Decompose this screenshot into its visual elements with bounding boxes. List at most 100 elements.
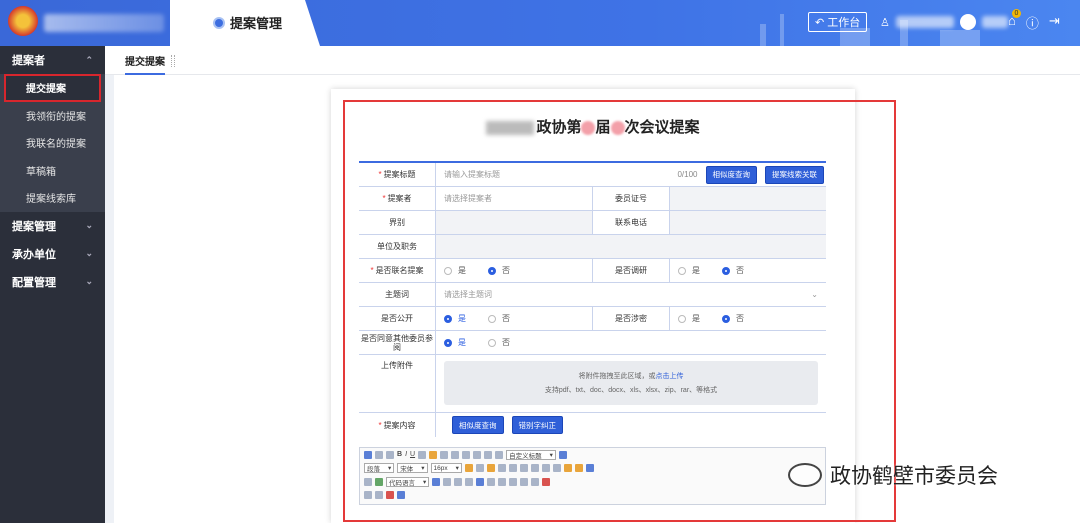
insert-row-icon[interactable] — [487, 477, 496, 486]
bold-icon[interactable]: B — [397, 451, 402, 458]
user-menu[interactable]: ♙ — [880, 14, 1008, 30]
tab-submit[interactable]: 提交提案 — [125, 53, 165, 75]
list-icon[interactable] — [462, 450, 471, 459]
secret-yes-radio[interactable]: 是 — [678, 313, 700, 324]
link-icon[interactable] — [530, 464, 539, 473]
content-similarity-button[interactable]: 相似度查询 — [452, 416, 504, 434]
logout-icon[interactable]: ⇥ — [1049, 13, 1060, 32]
fullscreen-icon[interactable] — [558, 450, 567, 459]
paragraph-select-value: 段落 — [367, 466, 380, 474]
split-cells-icon[interactable] — [520, 477, 529, 486]
label-unit: 单位及职务 — [359, 235, 436, 258]
delete-table-icon[interactable] — [531, 477, 540, 486]
underline-icon[interactable]: U — [410, 451, 415, 458]
rtl-icon[interactable] — [475, 464, 484, 473]
search-icon[interactable] — [364, 491, 372, 500]
font-select-value: 宋体 — [400, 466, 414, 474]
insert-col-icon[interactable] — [498, 477, 507, 486]
sidebar-group-units[interactable]: 承办单位 ⌄ — [0, 240, 105, 268]
research-yes-radio[interactable]: 是 — [678, 265, 700, 276]
align-right-icon[interactable] — [508, 464, 517, 473]
table-icon[interactable] — [476, 477, 485, 486]
similarity-button[interactable]: 相似度查询 — [705, 165, 757, 184]
sidebar-item-submit[interactable]: 提交提案 — [4, 74, 101, 102]
merge-cells-icon[interactable] — [509, 477, 518, 486]
size-select-value: 16px — [433, 464, 448, 472]
align-justify-icon[interactable] — [519, 464, 528, 473]
sidebar-group-config[interactable]: 配置管理 ⌄ — [0, 268, 105, 296]
italic-icon[interactable]: I — [405, 451, 407, 458]
row-joint: * 是否联名提案 是 否 是否调研 是 否 — [359, 259, 826, 283]
label-joint: * 是否联名提案 — [359, 259, 436, 282]
agree-yes-radio[interactable]: 是 — [444, 337, 466, 348]
source-icon[interactable] — [364, 450, 372, 459]
rich-text-editor[interactable]: BIU 自定义标题 ▾ 段落 ▾ 宋体 ▾ 16px ▾ 代码语言 ▾ — [359, 447, 826, 505]
help-icon[interactable] — [397, 491, 405, 500]
sidebar-group-manage[interactable]: 提案管理 ⌄ — [0, 212, 105, 240]
line-height-icon[interactable] — [495, 450, 504, 459]
unlink-icon[interactable] — [541, 464, 550, 473]
redo-icon[interactable] — [386, 450, 394, 459]
sidebar-item-clues[interactable]: 提案线索库 — [0, 184, 105, 212]
sidebar-item-drafts[interactable]: 草稿箱 — [0, 157, 105, 185]
upload-link[interactable]: 点击上传 — [656, 373, 684, 380]
format-icon[interactable] — [418, 450, 427, 459]
module-icon — [213, 16, 225, 29]
proposer-placeholder: 请选择提案者 — [444, 194, 492, 203]
template-icon[interactable] — [432, 477, 441, 486]
font-select[interactable]: 宋体 ▾ — [397, 463, 428, 474]
public-yes-radio[interactable]: 是 — [444, 313, 466, 324]
ltr-icon[interactable] — [464, 464, 473, 473]
label-topic: 主题词 — [359, 283, 436, 306]
proposer-select[interactable]: 请选择提案者 — [436, 187, 592, 210]
paragraph-select[interactable]: 段落 ▾ — [364, 463, 395, 474]
row-title: * 提案标题 请输入提案标题 0/100 相似度查询 提案线索关联 — [359, 163, 826, 187]
title-input[interactable]: 请输入提案标题 0/100 相似度查询 提案线索关联 — [436, 163, 826, 186]
joint-no-radio[interactable]: 否 — [488, 265, 510, 276]
label-sector: 界别 — [359, 211, 436, 234]
topic-select[interactable]: 请选择主题词 ⌄ — [436, 283, 826, 306]
research-no-radio[interactable]: 否 — [722, 265, 744, 276]
label-content: * 提案内容 — [359, 413, 436, 437]
horizontal-rule-icon[interactable] — [443, 477, 452, 486]
label-upload: 上传附件 — [359, 355, 436, 412]
sidebar-item-led[interactable]: 我领衔的提案 — [0, 102, 105, 130]
heading-select[interactable]: 自定义标题 ▾ — [506, 449, 556, 460]
image-icon[interactable] — [563, 464, 572, 473]
chart-icon[interactable] — [542, 477, 551, 486]
list-ordered-icon[interactable] — [473, 450, 482, 459]
date-icon[interactable] — [454, 477, 463, 486]
app-name-blurred — [44, 14, 164, 32]
align-center-icon[interactable] — [497, 464, 506, 473]
tab-drag-handle-icon[interactable] — [171, 55, 175, 67]
map-icon[interactable] — [375, 477, 383, 486]
code-language-select[interactable]: 代码语言 ▾ — [386, 476, 430, 487]
label-text: 提案内容 — [383, 420, 416, 430]
typo-button[interactable]: 错别字纠正 — [511, 416, 563, 434]
user-icon: ♙ — [880, 16, 890, 29]
print-icon[interactable] — [375, 491, 383, 500]
attachment-icon[interactable] — [364, 477, 372, 486]
upload-dropzone[interactable]: 将附件拖拽至此区域，或点击上传 支持pdf、txt、doc、docx、xls、x… — [444, 361, 818, 405]
sidebar-group-proposer[interactable]: 提案者 ⌃ — [0, 46, 105, 74]
anchor-icon[interactable] — [552, 464, 561, 473]
preview-icon[interactable] — [386, 491, 394, 500]
secret-no-radio[interactable]: 否 — [722, 313, 744, 324]
joint-yes-radio[interactable]: 是 — [444, 265, 466, 276]
undo-icon[interactable] — [375, 450, 383, 459]
video-icon[interactable] — [585, 464, 594, 473]
public-no-radio[interactable]: 否 — [488, 313, 510, 324]
agree-no-radio[interactable]: 否 — [488, 337, 510, 348]
indent-icon[interactable] — [484, 450, 493, 459]
sidebar-item-joint[interactable]: 我联名的提案 — [0, 129, 105, 157]
special-char-icon[interactable] — [465, 477, 474, 486]
highlight-icon[interactable] — [429, 450, 438, 459]
clue-link-button[interactable]: 提案线索关联 — [765, 165, 824, 184]
align-left-icon[interactable] — [486, 464, 495, 473]
help-icon[interactable]: ⓘ — [1026, 13, 1039, 32]
size-select[interactable]: 16px ▾ — [430, 463, 462, 474]
quote-icon[interactable] — [440, 450, 449, 459]
emotion-icon[interactable] — [574, 464, 583, 473]
workbench-button[interactable]: ↶ 工作台 — [808, 12, 868, 32]
font-color-icon[interactable] — [451, 450, 460, 459]
